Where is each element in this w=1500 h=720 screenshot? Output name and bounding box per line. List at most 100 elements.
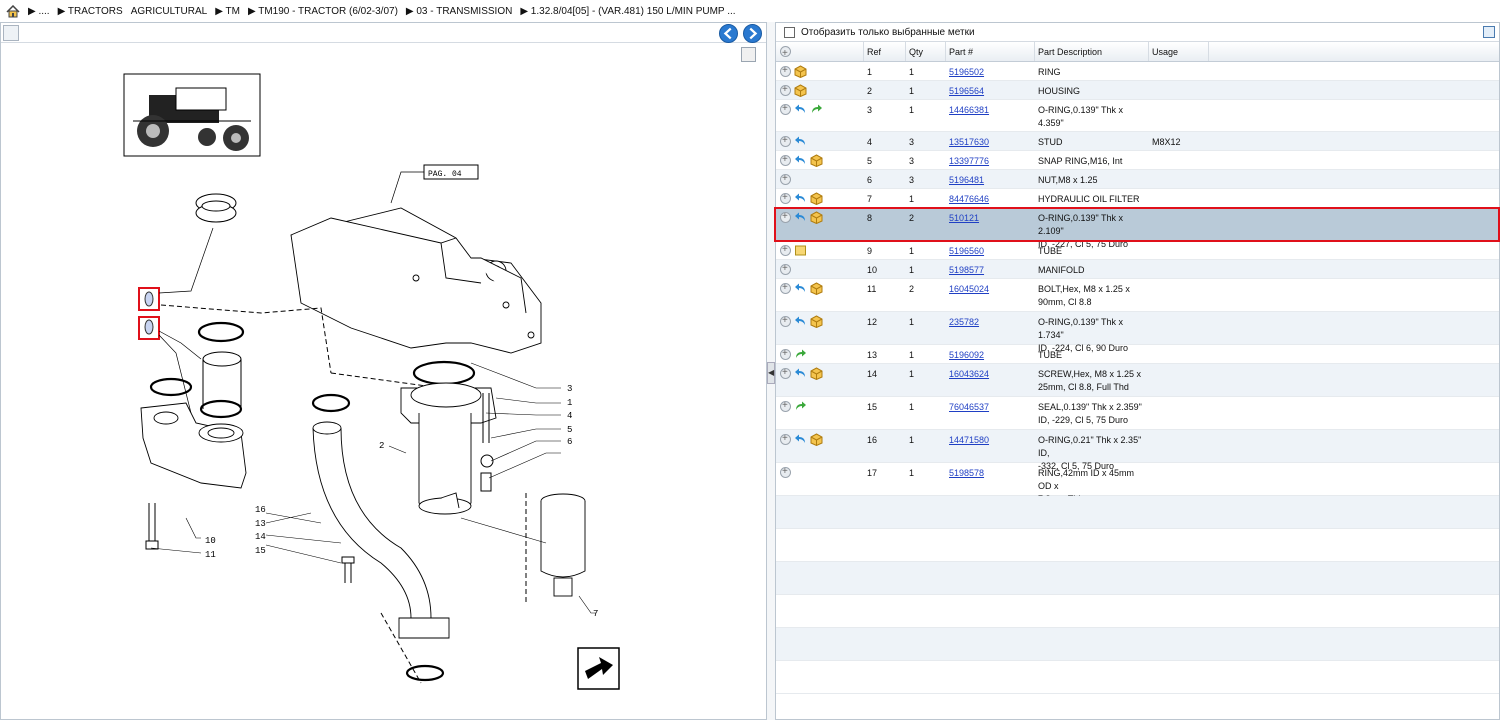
expand-row-icon[interactable]	[780, 210, 791, 223]
collapse-handle-icon[interactable]: ◀	[767, 362, 775, 384]
breadcrumb-item[interactable]: ▶ 1.32.8/04[05] - (VAR.481) 150 L/MIN PU…	[520, 6, 735, 17]
breadcrumb-item[interactable]: ▶ TM190 - TRACTOR (6/02-3/07)	[248, 6, 398, 17]
part-number-link[interactable]: 5198578	[949, 468, 984, 478]
part-number-link[interactable]: 5196564	[949, 86, 984, 96]
back-icon[interactable]	[719, 24, 738, 43]
package-icon[interactable]	[810, 192, 823, 205]
table-row[interactable]: 12 1 235782 O-RING,0.139" Thk x 1.734"ID, -…	[776, 312, 1499, 353]
package-icon[interactable]	[810, 154, 823, 167]
table-row[interactable]: 8 2 510121 O-RING,0.139" Thk x 2.109"ID, -2…	[774, 207, 1500, 249]
breadcrumb-item[interactable]: ▶ 03 - TRANSMISSION	[406, 6, 512, 17]
expand-row-icon[interactable]	[780, 153, 791, 166]
table-row[interactable]: 7 1 84476646 HYDRAULIC OIL FILTER	[776, 189, 1499, 208]
replaced-by-icon[interactable]	[794, 433, 807, 446]
table-row[interactable]: 14 1 16043624 SCREW,Hex, M8 x 1.25 x 25mm, C…	[776, 364, 1499, 397]
table-row[interactable]: 3 1 14466381 O-RING,0.139" Thk x 4.359"ID, …	[776, 100, 1499, 141]
table-row[interactable]: 16 1 14471580 O-RING,0.21" Thk x 2.35" ID,-…	[776, 430, 1499, 471]
expand-row-icon[interactable]	[780, 366, 791, 379]
breadcrumb-item[interactable]: ▶ ....	[28, 6, 50, 17]
expand-row-icon[interactable]	[780, 262, 791, 275]
expand-row-icon[interactable]	[780, 191, 791, 204]
replaced-by-icon[interactable]	[794, 282, 807, 295]
table-row[interactable]: 17 1 5198578 RING,42mm ID x 45mm OD x7.8mm …	[776, 463, 1499, 504]
note-icon[interactable]	[794, 244, 807, 257]
expand-row-icon[interactable]	[780, 102, 791, 115]
part-number-link[interactable]: 5196092	[949, 350, 984, 360]
package-icon[interactable]	[810, 211, 823, 224]
expand-row-icon[interactable]	[780, 399, 791, 412]
expand-row-icon[interactable]	[780, 172, 791, 185]
part-number-link[interactable]: 5196502	[949, 67, 984, 77]
package-icon[interactable]	[810, 282, 823, 295]
table-row[interactable]: 11 2 16045024 BOLT,Hex, M8 x 1.25 x 90mm, Cl…	[776, 279, 1499, 312]
part-number-link[interactable]: 13517630	[949, 137, 989, 147]
replaces-icon[interactable]	[794, 400, 807, 413]
expand-row-icon[interactable]	[780, 314, 791, 327]
replaces-icon[interactable]	[794, 348, 807, 361]
replaces-icon[interactable]	[810, 103, 823, 116]
replaced-by-icon[interactable]	[794, 103, 807, 116]
part-number-link[interactable]: 5198577	[949, 265, 984, 275]
expand-row-icon[interactable]	[780, 432, 791, 445]
part-number-link[interactable]: 16043624	[949, 369, 989, 379]
breadcrumb-item[interactable]: AGRICULTURAL	[131, 6, 208, 17]
svg-text:16: 16	[255, 505, 266, 515]
forward-icon[interactable]	[743, 24, 762, 43]
part-number-link[interactable]: 84476646	[949, 194, 989, 204]
package-icon[interactable]	[794, 84, 807, 97]
package-icon[interactable]	[794, 65, 807, 78]
table-row[interactable]: 9 1 5196560 TUBE	[776, 241, 1499, 260]
table-row[interactable]: 13 1 5196092 TUBE	[776, 345, 1499, 364]
row-actions	[776, 189, 864, 207]
empty-row	[776, 595, 1499, 628]
package-icon[interactable]	[810, 367, 823, 380]
expand-row-icon[interactable]	[780, 243, 791, 256]
replaced-by-icon[interactable]	[794, 192, 807, 205]
part-number-link[interactable]: 14466381	[949, 105, 989, 115]
table-row[interactable]: 1 1 5196502 RING	[776, 62, 1499, 81]
cell-usage	[1149, 345, 1209, 363]
part-number-link[interactable]: 16045024	[949, 284, 989, 294]
expand-row-icon[interactable]	[780, 134, 791, 147]
package-icon[interactable]	[810, 433, 823, 446]
table-row[interactable]: 4 3 13517630 STUD M8X12	[776, 132, 1499, 151]
table-row[interactable]: 6 3 5196481 NUT,M8 x 1.25	[776, 170, 1499, 189]
replaced-by-icon[interactable]	[794, 367, 807, 380]
part-number-link[interactable]: 5196481	[949, 175, 984, 185]
replaced-by-icon[interactable]	[794, 154, 807, 167]
table-row[interactable]: 2 1 5196564 HOUSING	[776, 81, 1499, 100]
header-part[interactable]: Part #	[946, 42, 1035, 61]
part-number-link[interactable]: 14471580	[949, 435, 989, 445]
table-row[interactable]: 5 3 13397776 SNAP RING,M16, Int	[776, 151, 1499, 170]
home-icon[interactable]	[6, 4, 20, 18]
next-page-arrow-icon[interactable]	[577, 647, 620, 690]
expand-all-icon[interactable]	[780, 44, 791, 64]
table-row[interactable]: 15 1 76046537 SEAL,0.139" Thk x 2.359" ID, -…	[776, 397, 1499, 430]
header-usage[interactable]: Usage	[1149, 42, 1209, 61]
part-number-link[interactable]: 510121	[949, 213, 979, 223]
part-number-link[interactable]: 5196560	[949, 246, 984, 256]
expand-row-icon[interactable]	[780, 64, 791, 77]
grid-settings-icon[interactable]	[1483, 26, 1495, 38]
export-icon[interactable]	[3, 25, 19, 41]
expand-row-icon[interactable]	[780, 83, 791, 96]
header-description[interactable]: Part Description	[1035, 42, 1149, 61]
part-number-link[interactable]: 13397776	[949, 156, 989, 166]
expand-row-icon[interactable]	[780, 347, 791, 360]
description-line: NUT,M8 x 1.25	[1038, 175, 1098, 185]
header-qty[interactable]: Qty	[906, 42, 946, 61]
expand-row-icon[interactable]	[780, 281, 791, 294]
package-icon[interactable]	[810, 315, 823, 328]
show-selected-checkbox[interactable]	[784, 26, 795, 38]
breadcrumb-item[interactable]: ▶ TRACTORS	[58, 6, 123, 17]
table-row[interactable]: 10 1 5198577 MANIFOLD	[776, 260, 1499, 279]
part-number-link[interactable]: 76046537	[949, 402, 989, 412]
replaced-by-icon[interactable]	[794, 211, 807, 224]
part-number-link[interactable]: 235782	[949, 317, 979, 327]
breadcrumb-item[interactable]: ▶ TM	[215, 6, 240, 17]
replaced-by-icon[interactable]	[794, 315, 807, 328]
pane-splitter[interactable]: ◀	[767, 22, 775, 720]
replaced-by-icon[interactable]	[794, 135, 807, 148]
expand-row-icon[interactable]	[780, 465, 791, 478]
header-ref[interactable]: Ref	[864, 42, 906, 61]
